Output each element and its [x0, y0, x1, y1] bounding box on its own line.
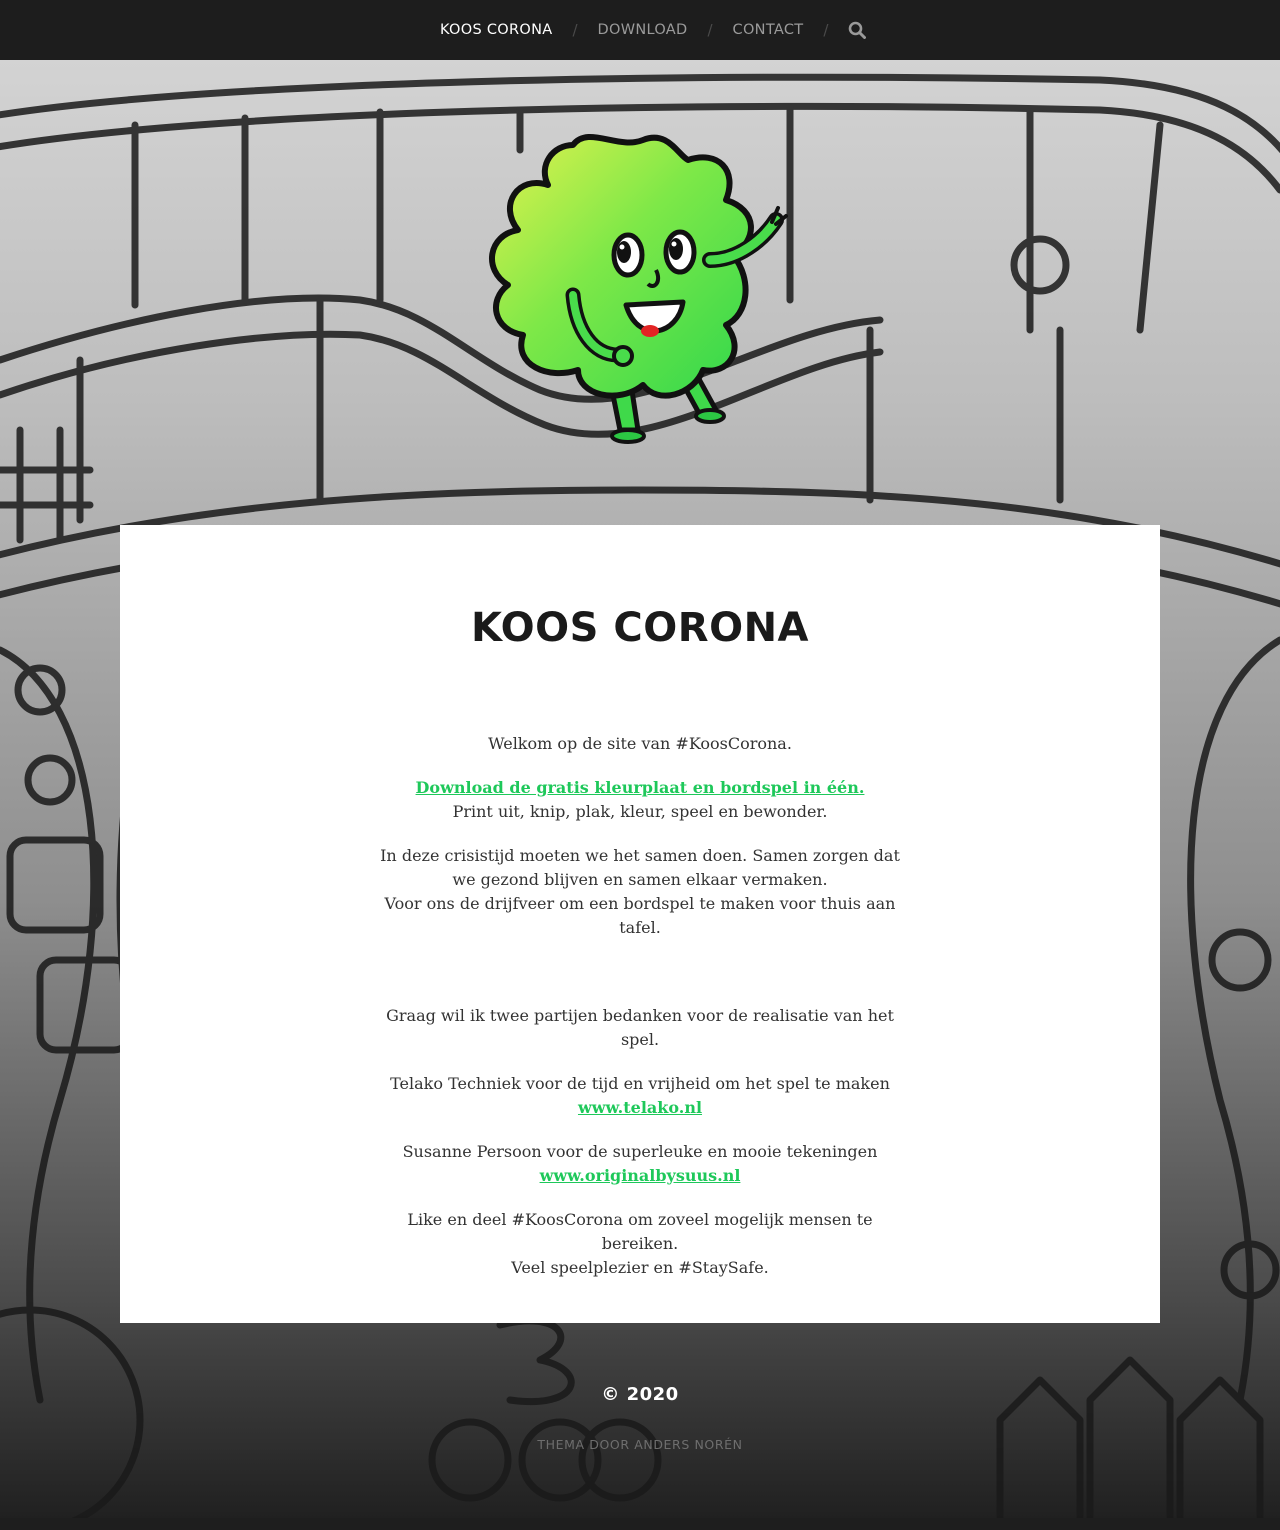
susanne-paragraph: Susanne Persoon voor de superleuke en mo…	[375, 1140, 905, 1188]
telako-link[interactable]: www.telako.nl	[578, 1098, 702, 1117]
nav-menu: KOOS CORONA / DOWNLOAD / CONTACT /	[420, 0, 886, 60]
share-text: Like en deel #KoosCorona om zoveel mogel…	[407, 1210, 873, 1253]
originalbysuus-link[interactable]: www.originalbysuus.nl	[540, 1166, 741, 1185]
staysafe-text: Veel speelplezier en #StaySafe.	[511, 1258, 769, 1277]
welcome-text: Welkom op de site van #KoosCorona.	[488, 734, 792, 753]
page-title: KOOS CORONA	[470, 605, 810, 651]
footer-copyright: © 2020	[601, 1384, 679, 1405]
footer-credits: THEMA DOOR ANDERS NORÉN	[0, 1437, 1280, 1452]
download-link[interactable]: Download de gratis kleurplaat en bordspe…	[416, 778, 865, 797]
motivation-text: Voor ons de drijfveer om een bordspel te…	[384, 894, 896, 937]
telako-thanks-text: Telako Techniek voor de tijd en vrijheid…	[390, 1074, 890, 1093]
empty-paragraph	[375, 960, 905, 1004]
print-instructions-text: Print uit, knip, plak, kleur, speel en b…	[452, 802, 828, 821]
share-paragraph: Like en deel #KoosCorona om zoveel mogel…	[375, 1208, 905, 1280]
susanne-thanks-text: Susanne Persoon voor de superleuke en mo…	[402, 1142, 878, 1161]
top-navigation: KOOS CORONA / DOWNLOAD / CONTACT /	[0, 0, 1280, 60]
nav-item-contact[interactable]: CONTACT	[713, 22, 824, 38]
crisis-paragraph: In deze crisistijd moeten we het samen d…	[375, 844, 905, 940]
koos-corona-mascot-logo[interactable]	[478, 130, 798, 460]
thanks-intro-text: Graag wil ik twee partijen bedanken voor…	[386, 1006, 894, 1049]
search-toggle-button[interactable]	[828, 21, 886, 39]
theme-author-link[interactable]: ANDERS NORÉN	[634, 1437, 742, 1452]
nav-item-download[interactable]: DOWNLOAD	[578, 22, 708, 38]
nav-item-koos-corona[interactable]: KOOS CORONA	[420, 22, 572, 38]
crisis-text: In deze crisistijd moeten we het samen d…	[380, 846, 900, 889]
credit-prefix: THEMA DOOR	[537, 1437, 630, 1452]
content-card: KOOS CORONA Welkom op de site van #KoosC…	[120, 525, 1160, 1323]
download-paragraph: Download de gratis kleurplaat en bordspe…	[375, 776, 905, 824]
entry-content: Welkom op de site van #KoosCorona. Downl…	[375, 732, 905, 1300]
footer-bottom-bar	[0, 1518, 1280, 1530]
search-icon	[849, 21, 867, 39]
telako-paragraph: Telako Techniek voor de tijd en vrijheid…	[375, 1072, 905, 1120]
